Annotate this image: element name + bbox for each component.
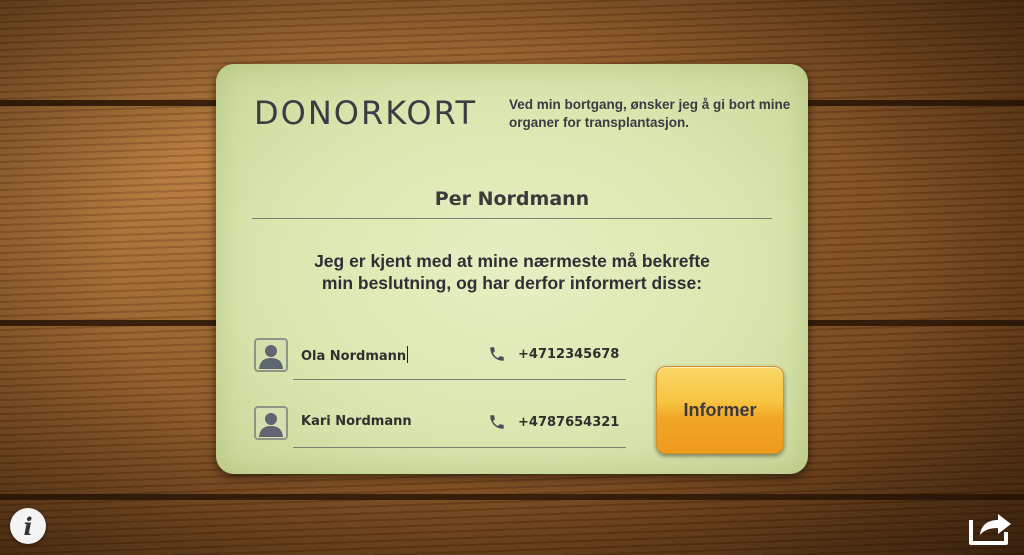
- consent-statement: Jeg er kjent med at mine nærmeste må bek…: [252, 250, 772, 294]
- person-icon: [259, 413, 283, 437]
- contact-phone-field[interactable]: +4712345678: [518, 347, 619, 362]
- inform-button[interactable]: Informer: [656, 366, 784, 454]
- consent-statement-line1: Jeg er kjent med at mine nærmeste må bek…: [314, 251, 710, 271]
- info-icon[interactable]: i: [10, 508, 46, 544]
- contact-name-field[interactable]: Kari Nordmann: [301, 414, 412, 429]
- card-subtitle: Ved min bortgang, ønsker jeg å gi bort m…: [509, 97, 791, 130]
- donor-card: DONORKORT Ved min bortgang, ønsker jeg å…: [216, 64, 808, 474]
- person-icon: [259, 345, 283, 369]
- phone-icon: [490, 415, 504, 429]
- contact-phone-field[interactable]: +4787654321: [518, 415, 619, 430]
- contact-picker-button[interactable]: [254, 406, 288, 440]
- share-icon[interactable]: [968, 506, 1014, 546]
- contact-row: Ola Nordmann +4712345678: [254, 336, 626, 380]
- contact-underline: [293, 379, 626, 380]
- text-cursor: [407, 346, 409, 363]
- contact-row: Kari Nordmann +4787654321: [254, 404, 626, 448]
- contact-underline: [293, 447, 626, 448]
- contact-picker-button[interactable]: [254, 338, 288, 372]
- contact-name-field[interactable]: Ola Nordmann: [301, 346, 409, 364]
- card-title: DONORKORT: [254, 94, 478, 132]
- consent-statement-line2: min beslutning, og har derfor informert …: [321, 273, 703, 293]
- owner-name-underline: [252, 218, 772, 219]
- owner-name-field[interactable]: Per Nordmann: [252, 188, 772, 210]
- phone-icon: [490, 347, 504, 361]
- contact-name-text: Ola Nordmann: [301, 349, 407, 364]
